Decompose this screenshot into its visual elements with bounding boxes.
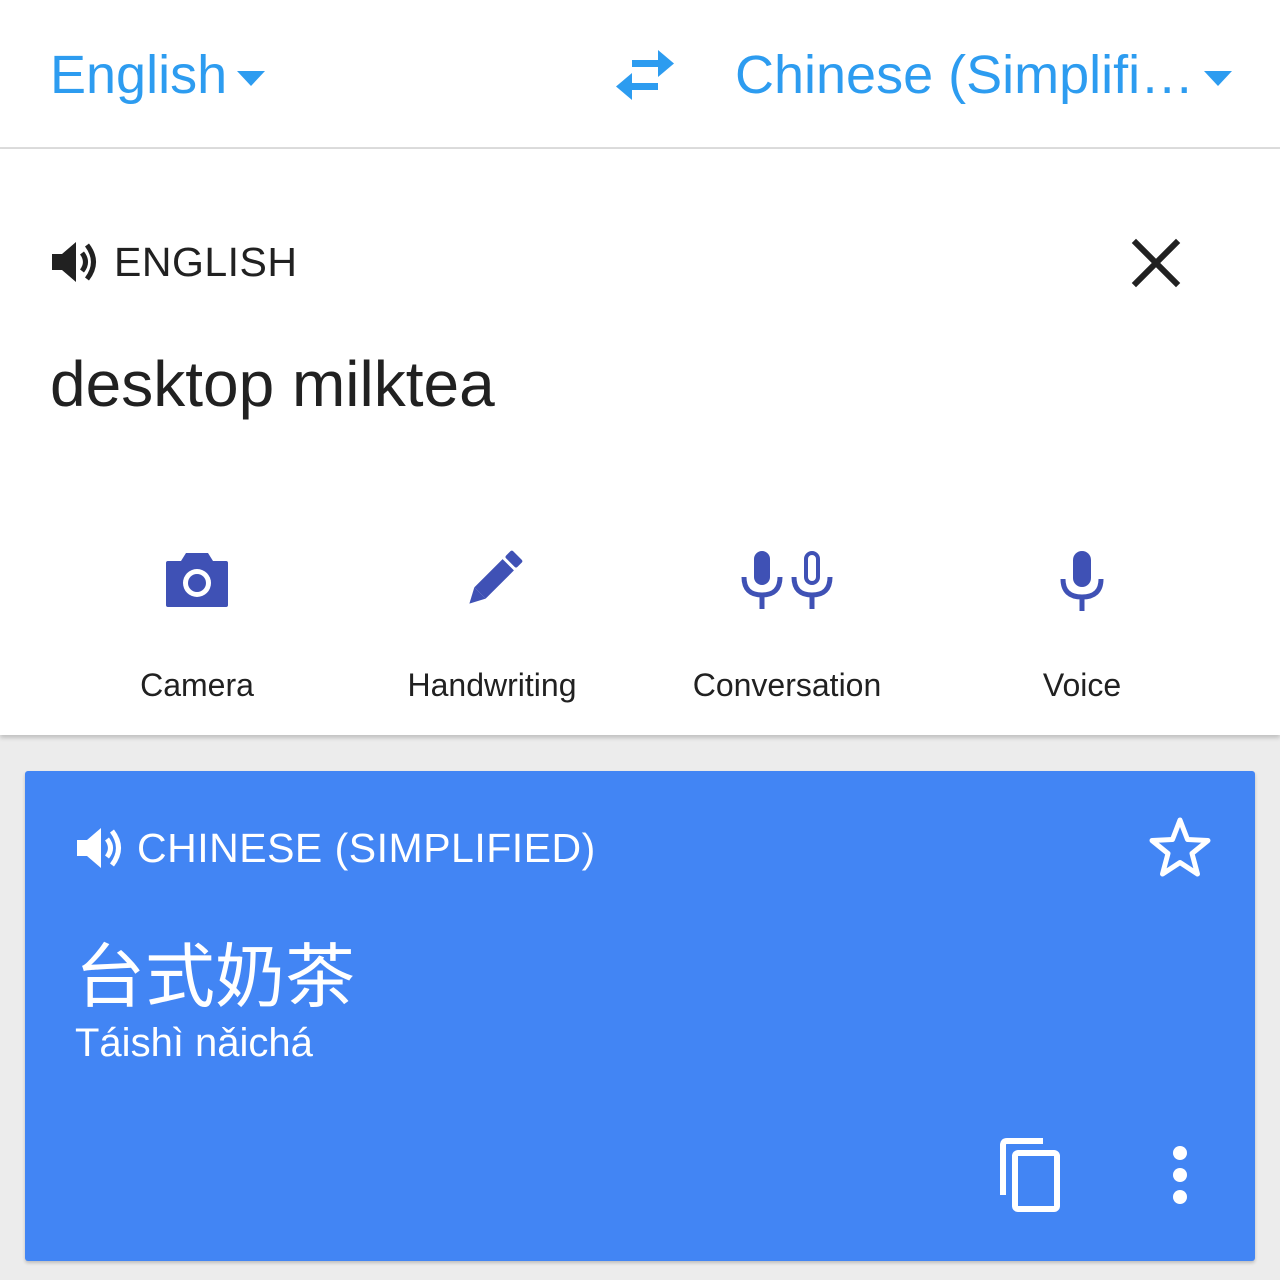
more-vert-icon xyxy=(1173,1146,1187,1204)
romanization-text: Táishì nǎichá xyxy=(75,1021,313,1065)
camera-button[interactable]: Camera xyxy=(77,549,317,719)
handwriting-button[interactable]: Handwriting xyxy=(372,549,612,719)
copy-button[interactable] xyxy=(995,1137,1065,1213)
voice-button[interactable]: Voice xyxy=(962,549,1202,719)
camera-label: Camera xyxy=(140,667,254,703)
clear-text-button[interactable] xyxy=(1128,235,1184,291)
handwriting-label: Handwriting xyxy=(407,667,577,703)
star-outline-icon xyxy=(1149,817,1211,877)
caret-down-icon xyxy=(1204,70,1233,86)
language-bar: English Chinese (Simplifi… xyxy=(0,0,1280,149)
camera-icon xyxy=(166,553,228,607)
translate-app: English Chinese (Simplifi… ENGLISH deskt… xyxy=(0,0,1280,1280)
speaker-icon[interactable] xyxy=(50,239,100,285)
result-header: CHINESE (SIMPLIFIED) xyxy=(75,823,596,873)
close-icon xyxy=(1131,238,1181,288)
voice-label: Voice xyxy=(1042,667,1122,703)
conversation-button[interactable]: Conversation xyxy=(667,549,907,719)
translated-text: 台式奶茶 xyxy=(75,936,355,1018)
source-text[interactable]: desktop milktea xyxy=(50,347,495,421)
dual-mic-icon xyxy=(741,551,833,609)
source-header: ENGLISH xyxy=(50,237,298,287)
speaker-icon[interactable] xyxy=(75,825,125,871)
swap-languages-button[interactable] xyxy=(612,48,678,102)
swap-arrows-icon xyxy=(616,50,674,100)
caret-down-icon xyxy=(237,70,266,86)
source-language-label: English xyxy=(50,45,228,105)
mic-icon xyxy=(1060,551,1104,611)
pen-icon xyxy=(469,550,523,604)
more-options-button[interactable] xyxy=(1155,1143,1205,1209)
save-phrase-button[interactable] xyxy=(1147,815,1213,881)
target-language-selector[interactable]: Chinese (Simplifi… xyxy=(735,40,1233,110)
copy-icon xyxy=(1000,1138,1060,1212)
input-card: ENGLISH desktop milktea Camera Handwriti… xyxy=(0,149,1280,735)
target-language-heading: CHINESE (SIMPLIFIED) xyxy=(137,824,596,871)
source-language-selector[interactable]: English xyxy=(50,40,266,110)
conversation-label: Conversation xyxy=(692,667,882,703)
source-language-heading: ENGLISH xyxy=(114,238,298,285)
target-language-label: Chinese (Simplifi… xyxy=(735,45,1195,105)
translation-result-card[interactable]: CHINESE (SIMPLIFIED) 台式奶茶 Táishì nǎichá xyxy=(25,771,1255,1261)
